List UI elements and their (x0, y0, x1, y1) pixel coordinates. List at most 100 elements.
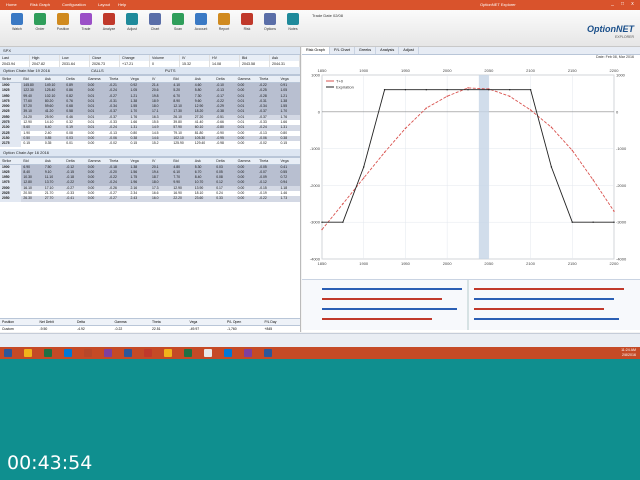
maximize-button[interactable]: □ (618, 1, 627, 8)
ribbon-button-report[interactable]: Report (213, 13, 235, 31)
summary-label: Position (2, 320, 15, 324)
chain-cell[interactable]: 0.00 (86, 196, 107, 201)
ribbon-button-account[interactable]: Account (190, 13, 212, 31)
chain-cell[interactable]: -0.41 (64, 196, 85, 201)
chain-cell[interactable]: 0.15 (21, 141, 42, 146)
chain-cell[interactable]: 26.30 (21, 196, 42, 201)
ribbon-button-label: Chart (150, 27, 160, 31)
chain-cell[interactable]: 15.2 (150, 141, 171, 146)
y-tick-label-right: 0 (616, 109, 619, 114)
chain-cell[interactable]: 125.90 (171, 141, 192, 146)
start-icon[interactable] (4, 349, 12, 357)
chain-cell[interactable]: 0.00 (236, 141, 257, 146)
chain-header-cell: Theta (109, 77, 119, 81)
chain-cell[interactable]: 129.40 (193, 141, 214, 146)
chain-cell[interactable]: 23.60 (193, 196, 214, 201)
risk-tab-p-l-chart[interactable]: P/L Chart (330, 47, 355, 54)
ribbon-button-watch[interactable]: Watch (6, 13, 28, 31)
chain-row[interactable]: 2175 0.15 0.35 0.01 0.00 -0.02 0.15 15.2 125.90 1… (0, 141, 300, 147)
ribbon-button-order[interactable]: Order (29, 13, 51, 31)
ribbon-button-position[interactable]: Position (52, 13, 74, 31)
chain-column-headers-2: Strike Bid Ask Delta Gamma Theta Vega IV Bid Ask D… (0, 156, 300, 165)
file-explorer-icon[interactable] (24, 349, 32, 357)
trade-date-label: Trade Date 02/08 (312, 13, 343, 18)
ribbon-button-chart[interactable]: Chart (144, 13, 166, 31)
tab-configuration[interactable]: Configuration (62, 1, 86, 9)
chain-expiry-label: Option Chain Mar 19 2016 (3, 68, 50, 73)
chain-cell[interactable]: 22.20 (171, 196, 192, 201)
price-marker[interactable] (478, 75, 489, 259)
browser-icon[interactable] (64, 349, 72, 357)
data-point (529, 109, 532, 111)
chain-header-cell: Bid (173, 158, 179, 163)
ribbon-button-analyze[interactable]: Analyze (98, 13, 120, 31)
notes-icon (287, 13, 299, 25)
tab-layout[interactable]: Layout (98, 1, 110, 9)
folder-icon[interactable] (164, 349, 172, 357)
x-tick-label: 2050 (484, 261, 494, 266)
chain-cell[interactable]: -0.22 (257, 196, 278, 201)
data-point (446, 89, 448, 91)
chain-expiry-header-2[interactable]: Option Chain Apr 16 2016 (0, 148, 300, 157)
risk-tab-greeks[interactable]: Greeks (355, 47, 377, 54)
ribbon-button-risk[interactable]: Risk (236, 13, 258, 31)
ribbon-button-scan[interactable]: Scan (167, 13, 189, 31)
chain-cell[interactable]: -0.27 (107, 196, 128, 201)
tab-help[interactable]: Help (118, 1, 126, 9)
chain-cell[interactable]: -0.98 (214, 141, 235, 146)
chain-expiry-label-2: Option Chain Apr 16 2016 (3, 149, 50, 155)
tab-risk-graph[interactable]: Risk Graph (30, 1, 50, 9)
excel-icon[interactable] (184, 349, 192, 357)
word-icon[interactable] (124, 349, 132, 357)
spreadsheet-icon[interactable] (44, 349, 52, 357)
chain-cell[interactable]: 0.15 (278, 141, 299, 146)
video-icon[interactable] (144, 349, 152, 357)
chain-cell[interactable]: 0.00 (236, 196, 257, 201)
tab-home[interactable]: Home (6, 1, 17, 9)
onenote-icon[interactable] (244, 349, 252, 357)
risk-chart[interactable]: 1000 1000 0 0 -1000 -1000 -2000 -2000 -3000 -3000… (302, 61, 640, 276)
settings-icon[interactable] (204, 349, 212, 357)
title-bar: Home Risk Graph Configuration Layout Hel… (0, 0, 640, 10)
optionnet-icon[interactable] (264, 349, 272, 357)
risk-tab-risk-graph[interactable]: Risk Graph (302, 47, 330, 54)
strike-cell[interactable]: 2050 (0, 196, 22, 202)
data-point (383, 89, 386, 91)
chain-cell[interactable]: 0.00 (86, 141, 107, 146)
chain-expiry-header[interactable]: Option Chain Mar 19 2016 CALLS PUTS (0, 67, 300, 75)
summary-label: Vega (189, 320, 198, 324)
chain-cell[interactable]: 0.01 (64, 141, 85, 146)
risk-tab-analysis[interactable]: Analysis (376, 47, 400, 54)
risk-chart-svg[interactable]: 1000 1000 0 0 -1000 -1000 -2000 -2000 -3000 -3000… (302, 61, 640, 276)
presentation-icon[interactable] (84, 349, 92, 357)
risk-icon (241, 13, 253, 25)
chain-cell[interactable]: -0.02 (107, 141, 128, 146)
chain-grid: 1900 145.80 149.10 0.89 0.00 -0.21 0.92 21.4 4.1… (0, 83, 300, 147)
ribbon-button-label: Account (194, 27, 208, 31)
ie-icon[interactable] (224, 349, 232, 357)
summary-value: -49.97 (189, 327, 200, 331)
chain-cell[interactable]: 0.35 (43, 141, 64, 146)
minimize-button[interactable]: _ (608, 1, 617, 8)
taskbar-clock[interactable]: 11:24 AM 2/8/2016 (621, 348, 636, 358)
ribbon-button-notes[interactable]: Notes (282, 13, 304, 31)
notes-icon[interactable] (104, 349, 112, 357)
chain-cell[interactable]: 16.0 (150, 196, 171, 201)
trade-icon (80, 13, 92, 25)
chain-cell[interactable]: 0.33 (214, 196, 235, 201)
chain-cell[interactable]: 1.73 (278, 196, 299, 201)
strike-cell[interactable]: 2175 (0, 141, 22, 147)
chain-row[interactable]: 2050 26.30 27.70 -0.41 0.00 -0.27 2.43 16.0 22.2… (0, 196, 300, 202)
ribbon-button-adjust[interactable]: Adjust (121, 13, 143, 31)
chain-cell[interactable]: 2.43 (129, 196, 150, 201)
quote-value-cell: 15.32 (180, 61, 210, 67)
x-tick-label: 2100 (526, 261, 536, 266)
ribbon-button-options[interactable]: Options (259, 13, 281, 31)
risk-tab-adjust[interactable]: Adjust (399, 47, 419, 54)
chain-cell[interactable]: 0.15 (129, 141, 150, 146)
close-button[interactable]: x (628, 1, 637, 8)
chain-cell[interactable]: 27.70 (43, 196, 64, 201)
ribbon-button-trade[interactable]: Trade (75, 13, 97, 31)
chain-cell[interactable]: -0.02 (257, 141, 278, 146)
scan-icon (172, 13, 184, 25)
